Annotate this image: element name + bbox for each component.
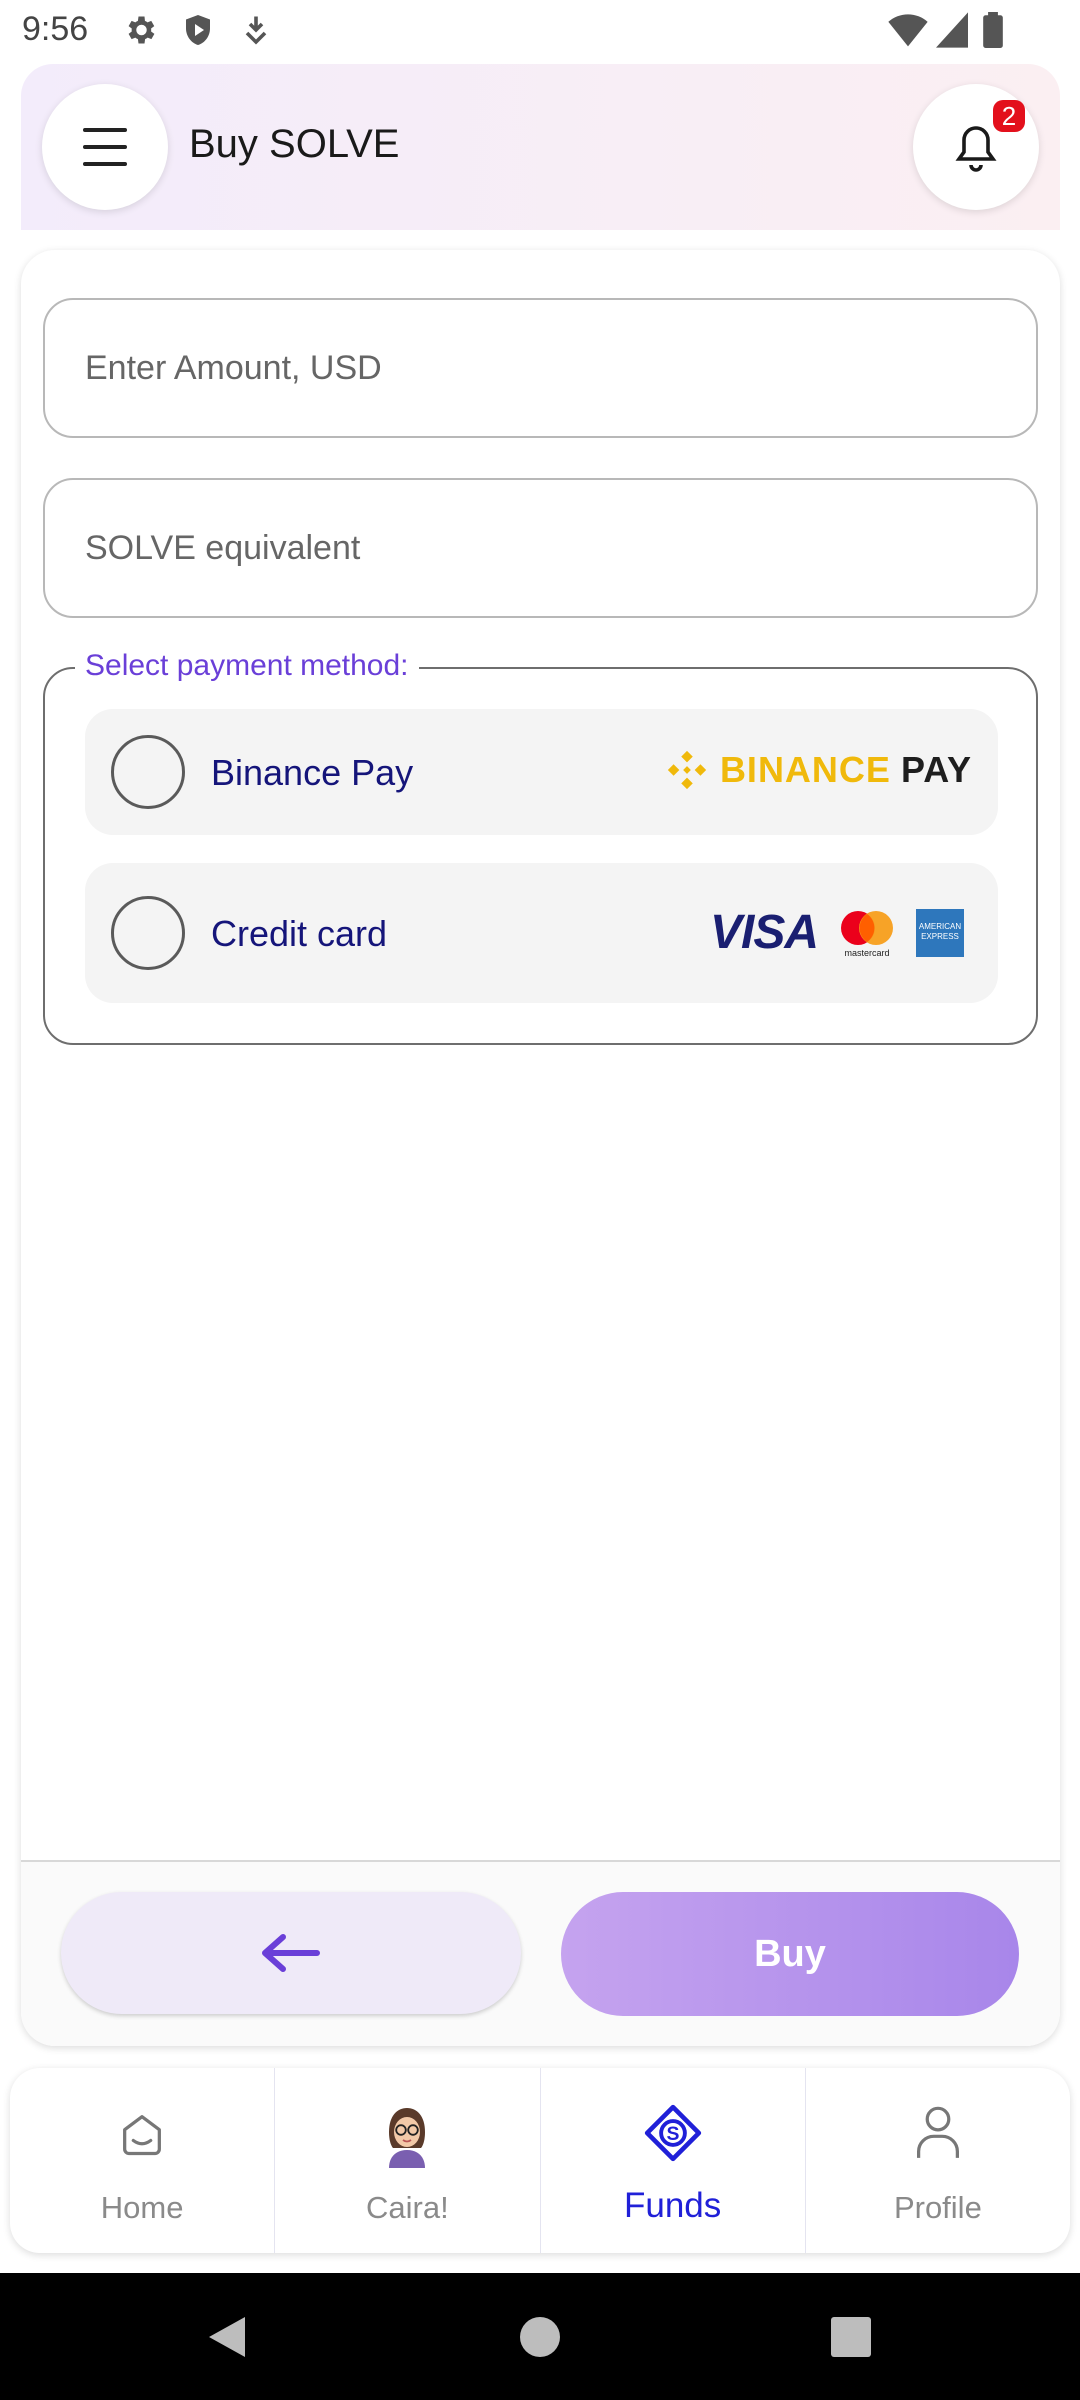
payment-method-legend: Select payment method: — [75, 649, 419, 683]
back-button[interactable] — [61, 1892, 521, 2014]
status-bar: 9:56 — [0, 0, 1080, 62]
arrow-left-icon — [262, 1934, 320, 1972]
payment-option-binance[interactable]: Binance Pay BINANCE PAY — [85, 709, 998, 835]
card-brand-logos: VISA mastercard AMERICAN EXPRESS — [710, 905, 964, 960]
amex-wordmark: AMERICAN EXPRESS — [918, 921, 962, 941]
menu-button[interactable] — [42, 84, 168, 210]
nav-label-funds: Funds — [623, 2186, 722, 2225]
nav-item-profile[interactable]: Profile — [806, 2068, 1070, 2253]
bell-icon — [955, 126, 997, 172]
mastercard-icon: mastercard — [841, 910, 893, 958]
binance-radio[interactable] — [111, 735, 185, 809]
solve-field[interactable] — [43, 478, 1038, 618]
mastercard-wordmark: mastercard — [844, 948, 889, 958]
credit-card-radio[interactable] — [111, 896, 185, 970]
status-time: 9:56 — [22, 10, 89, 48]
binance-logo-text: BINANCE — [719, 749, 891, 790]
funds-icon: S — [644, 2104, 701, 2162]
nav-label-caira: Caira! — [366, 2190, 449, 2225]
buy-button[interactable]: Buy — [561, 1892, 1019, 2016]
amex-icon: AMERICAN EXPRESS — [916, 908, 964, 957]
profile-icon — [916, 2106, 959, 2158]
notification-badge: 2 — [993, 100, 1025, 132]
hamburger-icon-bar — [83, 162, 127, 166]
nav-label-home: Home — [100, 2190, 184, 2225]
nav-label-profile: Profile — [893, 2190, 982, 2225]
nav-item-home[interactable]: Home — [10, 2068, 276, 2253]
form-actions: Buy — [21, 1860, 1060, 2046]
buy-form-card: Select payment method: Binance Pay — [21, 250, 1060, 2046]
back-nav-icon[interactable] — [205, 2315, 247, 2359]
settings-icon — [122, 12, 158, 53]
svg-text:S: S — [666, 2123, 679, 2145]
binance-icon — [667, 750, 707, 790]
system-navigation-bar — [0, 2273, 1080, 2400]
credit-card-label: Credit card — [211, 913, 388, 954]
signal-icon — [936, 12, 968, 53]
visa-logo: VISA — [709, 906, 819, 959]
hamburger-icon-bar — [83, 145, 127, 149]
app-header: Buy SOLVE 2 — [21, 64, 1060, 230]
payment-method-group: Select payment method: Binance Pay BINAN… — [43, 649, 1038, 1045]
amount-field[interactable] — [43, 298, 1038, 438]
download-icon — [238, 12, 274, 53]
nav-item-caira[interactable]: Caira! — [275, 2068, 541, 2253]
notifications-button[interactable]: 2 — [913, 84, 1039, 210]
hamburger-icon — [83, 128, 127, 132]
battery-icon — [982, 12, 1004, 53]
amount-input[interactable] — [85, 300, 985, 436]
pay-logo-text: PAY — [900, 749, 972, 790]
wifi-icon — [888, 12, 928, 53]
home-icon — [123, 2115, 162, 2156]
solve-equivalent-input[interactable] — [85, 480, 985, 616]
home-nav-icon[interactable] — [519, 2316, 561, 2358]
binance-pay-label: Binance Pay — [211, 752, 414, 793]
binance-pay-logo: BINANCE PAY — [664, 747, 972, 793]
page-title: Buy SOLVE — [189, 122, 400, 166]
nav-item-funds[interactable]: S Funds — [541, 2068, 806, 2253]
avatar-icon — [389, 2108, 426, 2168]
shield-play-icon — [180, 12, 216, 53]
payment-option-credit-card[interactable]: Credit card VISA mastercard AMERICAN EXP… — [85, 863, 998, 1003]
recents-nav-icon[interactable] — [831, 2317, 871, 2357]
bottom-navigation: Home Caira! S Funds Profile — [10, 2068, 1070, 2253]
